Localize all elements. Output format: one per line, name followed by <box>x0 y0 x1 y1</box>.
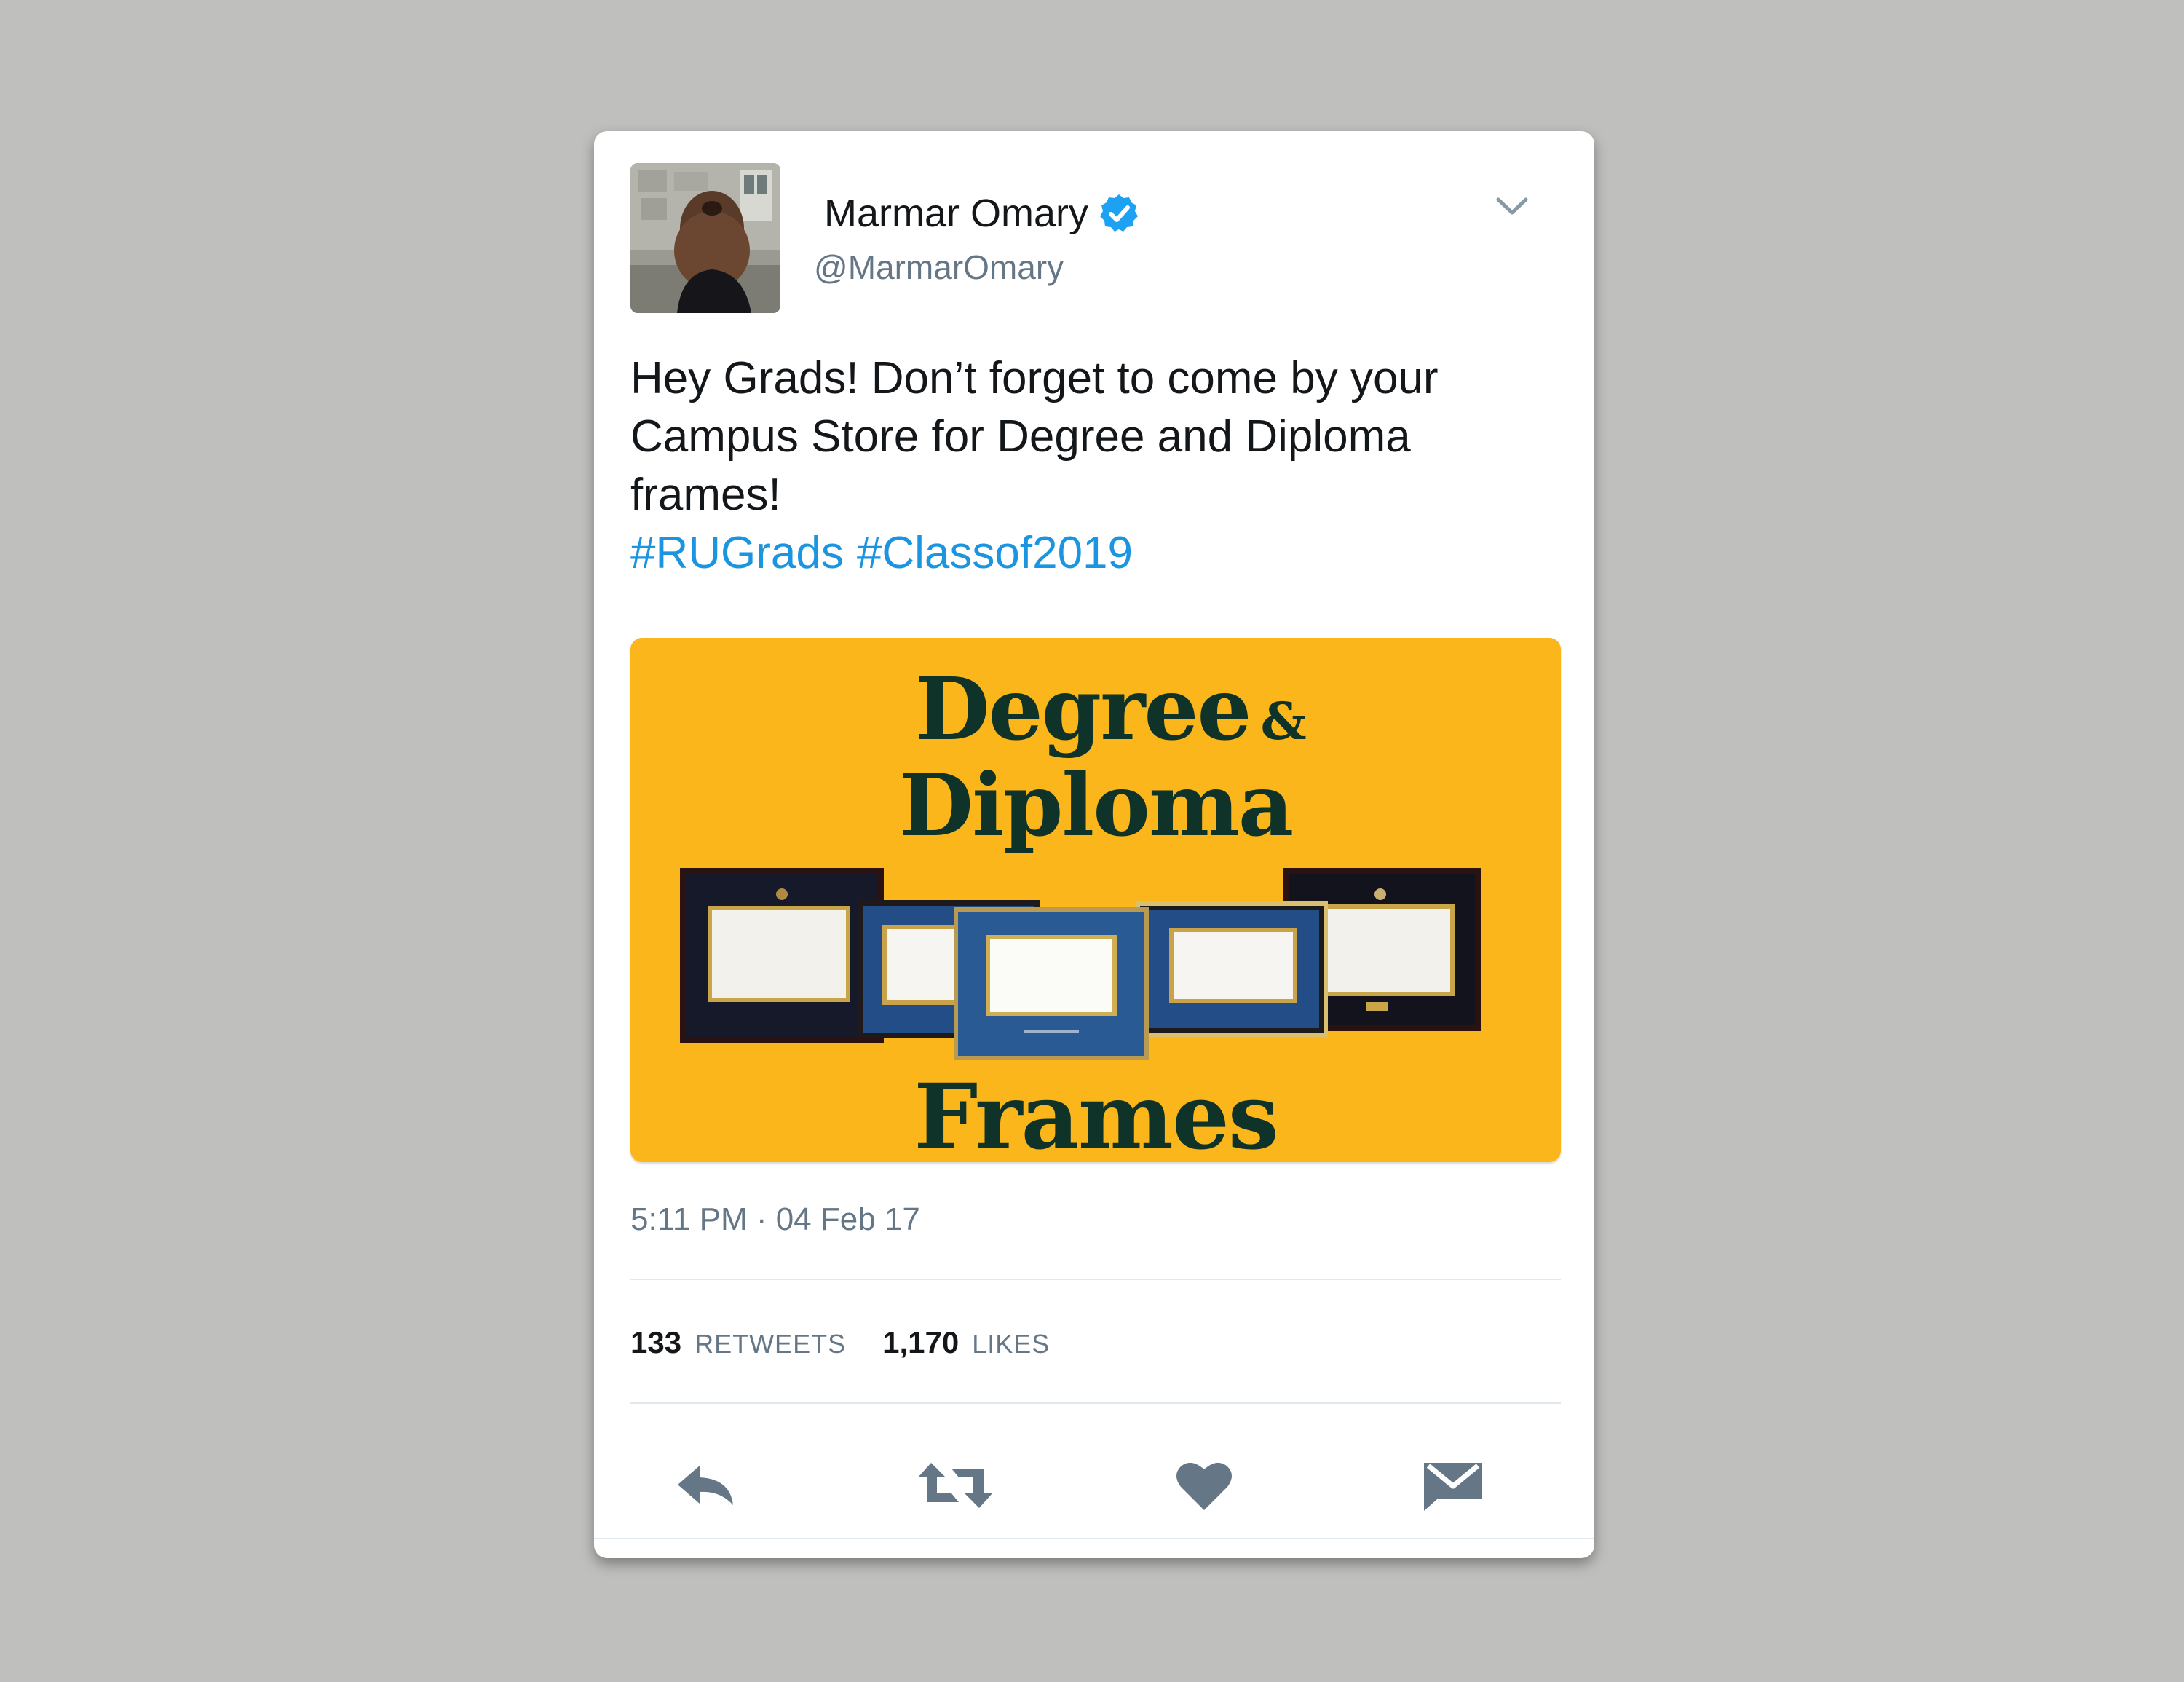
tweet-stats: 133 RETWEETS 1,170 LIKES <box>630 1325 1086 1360</box>
likes-label[interactable]: LIKES <box>972 1329 1050 1359</box>
tweet-media-image[interactable]: Degree & Diploma Frames <box>630 638 1561 1162</box>
retweet-icon <box>918 1463 992 1508</box>
profile-photo-icon <box>630 163 780 313</box>
divider <box>630 1402 1561 1404</box>
tweet-text: Hey Grads! Don’t forget to come by your … <box>630 350 1533 583</box>
frame-left <box>680 868 884 1043</box>
retweet-button[interactable] <box>911 1442 999 1529</box>
hashtag-link[interactable]: #Classof2019 <box>857 528 1133 578</box>
media-title-frames: Frames <box>914 1065 1278 1162</box>
retweets-label[interactable]: RETWEETS <box>695 1329 846 1359</box>
tweet-text-line: Hey Grads! Don’t forget to come by your <box>630 353 1439 403</box>
frame-mid-right <box>1136 901 1328 1037</box>
tweet-text-line: frames! <box>630 470 781 520</box>
user-handle[interactable]: @MarmarOmary <box>814 248 1064 287</box>
frame-center <box>954 907 1149 1060</box>
envelope-icon <box>1424 1463 1482 1511</box>
hashtags: #RUGrads #Classof2019 <box>630 524 1533 583</box>
chevron-down-icon[interactable] <box>1495 195 1529 217</box>
user-name[interactable]: Marmar Omary <box>824 191 1088 236</box>
reply-icon <box>678 1466 733 1505</box>
divider <box>630 1279 1561 1280</box>
direct-message-button[interactable] <box>1409 1442 1497 1529</box>
card-bottom-border <box>594 1538 1594 1539</box>
retweets-count[interactable]: 133 <box>630 1325 681 1360</box>
like-button[interactable] <box>1160 1442 1248 1529</box>
avatar[interactable] <box>630 163 780 313</box>
verified-badge-icon <box>1100 194 1138 232</box>
hashtag-link[interactable]: #RUGrads <box>630 528 844 578</box>
reply-button[interactable] <box>662 1442 750 1529</box>
heart-icon <box>1176 1462 1232 1510</box>
tweet-actions <box>594 1442 1594 1529</box>
tweet-card: Marmar Omary @MarmarOmary Hey Grads! Don… <box>594 131 1594 1558</box>
timestamp[interactable]: 5:11 PM · 04 Feb 17 <box>630 1201 920 1238</box>
likes-count[interactable]: 1,170 <box>882 1325 959 1360</box>
tweet-text-line: Campus Store for Degree and Diploma <box>630 411 1411 462</box>
user-name-row[interactable]: Marmar Omary <box>824 191 1139 236</box>
